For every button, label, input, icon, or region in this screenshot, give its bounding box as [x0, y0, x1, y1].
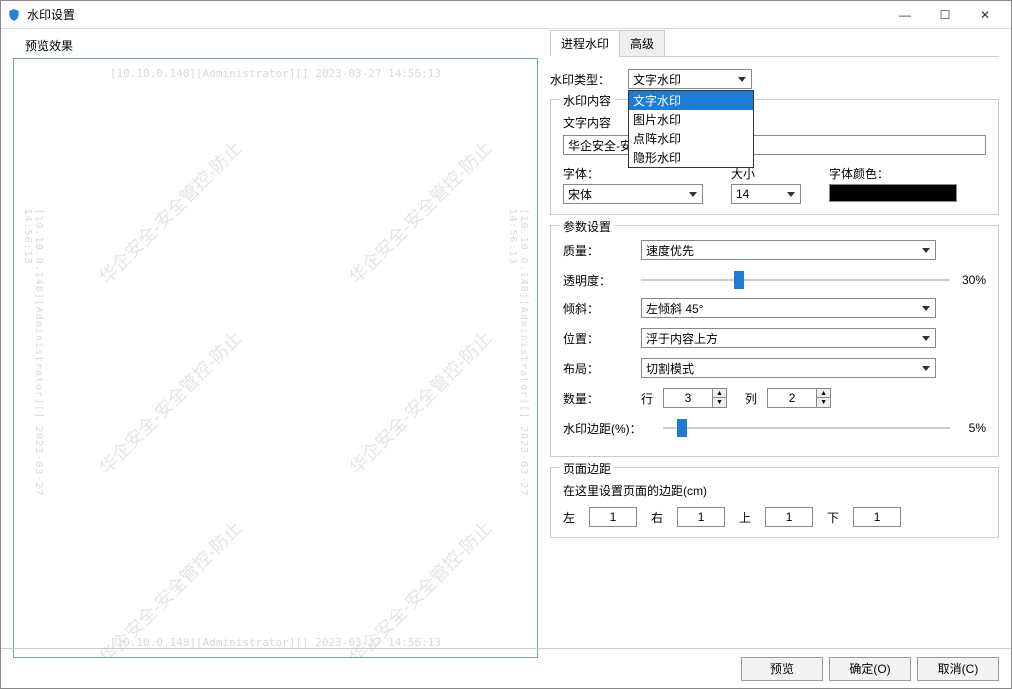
arrow-up-icon[interactable]: ▲ [712, 389, 726, 398]
chevron-down-icon [735, 72, 749, 86]
tab-bar: 进程水印 高级 [550, 29, 999, 57]
watermark-side-left: [10.10.0.148][Administrator][] 2023-03-2… [22, 209, 44, 508]
chevron-down-icon [919, 243, 933, 257]
type-option-dot[interactable]: 点阵水印 [629, 129, 753, 148]
maximize-button[interactable]: ☐ [925, 1, 965, 28]
chevron-down-icon [686, 187, 700, 201]
chevron-down-icon [919, 361, 933, 375]
margin-right-input[interactable] [677, 507, 725, 527]
color-swatch[interactable] [829, 184, 957, 202]
arrow-up-icon[interactable]: ▲ [816, 389, 830, 398]
chevron-down-icon [919, 301, 933, 315]
titlebar: 水印设置 — ☐ ✕ [1, 1, 1011, 29]
wm-margin-label: 水印边距(%)： [563, 420, 663, 437]
type-option-invisible[interactable]: 隐形水印 [629, 148, 753, 167]
preview-button[interactable]: 预览 [741, 657, 823, 681]
watermark-diagonal: 华企安全-安全管控-防止 [93, 135, 247, 289]
margin-left-input[interactable] [589, 507, 637, 527]
font-select[interactable]: 宋体 [563, 184, 703, 204]
minimize-button[interactable]: — [885, 1, 925, 28]
color-label: 字体颜色： [829, 165, 959, 182]
quality-select[interactable]: 速度优先 [641, 240, 936, 260]
text-content-label: 文字内容 [563, 114, 986, 131]
watermark-side-right: [10.10.0.148][Administrator][] 2023-03-2… [507, 209, 529, 508]
watermark-diagonal: 华企安全-安全管控-防止 [343, 325, 497, 479]
content-group: 水印内容 文字内容 字体： 宋体 大小 14 [550, 99, 999, 215]
wm-margin-slider[interactable] [663, 418, 950, 438]
margin-bottom-input[interactable] [853, 507, 901, 527]
margin-top-label: 上 [739, 509, 751, 526]
watermark-type-dropdown: 文字水印 图片水印 点阵水印 隐形水印 [628, 90, 754, 168]
param-group: 参数设置 质量： 速度优先 透明度： 30% 倾斜： [550, 225, 999, 457]
position-select[interactable]: 浮于内容上方 [641, 328, 936, 348]
watermark-settings-window: 水印设置 — ☐ ✕ 预览效果 [10.10.0.148][Administra… [0, 0, 1012, 689]
preview-heading: 预览效果 [13, 29, 538, 58]
close-button[interactable]: ✕ [965, 1, 1005, 28]
size-select[interactable]: 14 [731, 184, 801, 204]
opacity-slider[interactable] [641, 270, 950, 290]
margin-top-input[interactable] [765, 507, 813, 527]
text-content-input[interactable] [563, 135, 986, 155]
page-margin-hint: 在这里设置页面的边距(cm) [563, 482, 986, 499]
cancel-button[interactable]: 取消(C) [917, 657, 999, 681]
watermark-type-label: 水印类型： [550, 71, 628, 88]
preview-canvas: [10.10.0.148][Administrator][] 2023-03-2… [13, 58, 538, 658]
param-group-title: 参数设置 [559, 218, 615, 235]
watermark-diagonal: 华企安全-安全管控-防止 [93, 325, 247, 479]
layout-label: 布局： [563, 360, 641, 377]
type-option-text[interactable]: 文字水印 [629, 91, 753, 110]
count-label: 数量： [563, 390, 641, 407]
content-group-title: 水印内容 [559, 92, 615, 109]
layout-select[interactable]: 切割模式 [641, 358, 936, 378]
ok-button[interactable]: 确定(O) [829, 657, 911, 681]
arrow-down-icon[interactable]: ▼ [712, 398, 726, 407]
chevron-down-icon [784, 187, 798, 201]
cols-label: 列 [745, 390, 757, 407]
page-margin-title: 页面边距 [559, 460, 615, 477]
quality-label: 质量： [563, 242, 641, 259]
tab-advanced[interactable]: 高级 [619, 30, 665, 57]
margin-bottom-label: 下 [827, 509, 839, 526]
margin-left-label: 左 [563, 509, 575, 526]
opacity-value: 30% [950, 273, 986, 287]
margin-right-label: 右 [651, 509, 663, 526]
rows-label: 行 [641, 390, 653, 407]
page-margin-group: 页面边距 在这里设置页面的边距(cm) 左 右 上 下 [550, 467, 999, 538]
tilt-select[interactable]: 左倾斜 45° [641, 298, 936, 318]
watermark-diagonal: 华企安全-安全管控-防止 [343, 135, 497, 289]
tab-process-watermark[interactable]: 进程水印 [550, 30, 620, 57]
tilt-label: 倾斜： [563, 300, 641, 317]
window-title: 水印设置 [27, 6, 885, 23]
cols-spinner[interactable]: ▲▼ [767, 388, 831, 408]
arrow-down-icon[interactable]: ▼ [816, 398, 830, 407]
watermark-type-select[interactable]: 文字水印 文字水印 图片水印 点阵水印 隐形水印 [628, 69, 752, 89]
type-option-image[interactable]: 图片水印 [629, 110, 753, 129]
position-label: 位置： [563, 330, 641, 347]
watermark-header: [10.10.0.148][Administrator][] 2023-03-2… [14, 67, 537, 80]
wm-margin-value: 5% [950, 421, 986, 435]
chevron-down-icon [919, 331, 933, 345]
opacity-label: 透明度： [563, 272, 641, 289]
rows-spinner[interactable]: ▲▼ [663, 388, 727, 408]
app-shield-icon [7, 8, 21, 22]
dialog-footer: 预览 确定(O) 取消(C) [1, 648, 1011, 688]
